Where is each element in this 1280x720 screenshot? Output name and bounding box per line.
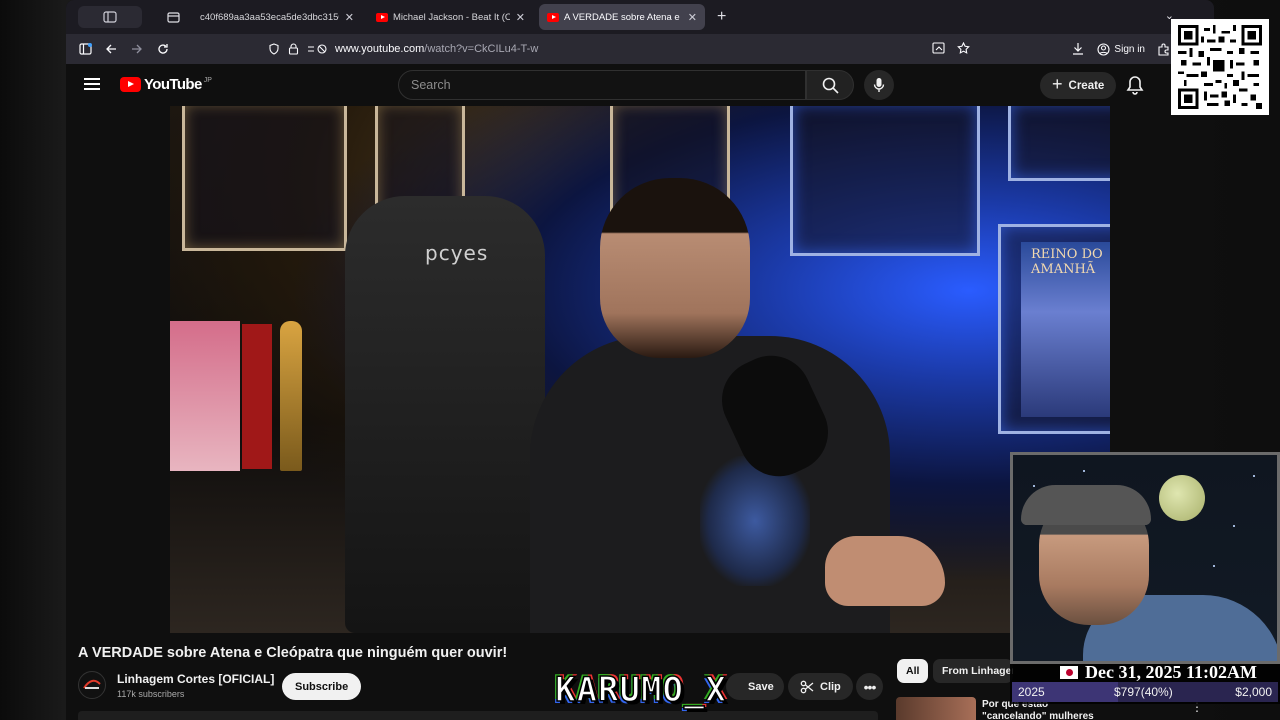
bookmark-star-icon[interactable] [957, 42, 970, 54]
qr-code [1171, 19, 1269, 115]
youtube-icon [547, 12, 559, 22]
japan-flag-icon [1060, 666, 1078, 679]
youtube-header: YouTube JP + Create [66, 64, 1214, 106]
poster [242, 324, 272, 469]
channel-name[interactable]: Linhagem Cortes [OFICIAL] [117, 672, 274, 686]
lock-icon [288, 43, 299, 55]
navigation-bar: www.youtube.com/watch?v=CkCILu4-T-w Sign… [66, 34, 1214, 64]
reload-icon [158, 44, 168, 54]
permissions-icon [308, 44, 327, 54]
subscribe-button[interactable]: Subscribe [282, 673, 362, 700]
tab-michael-jackson[interactable]: Michael Jackson - Beat It (Offic ✕ [368, 4, 533, 30]
tab-title: c40f689aa3aa53eca5de3dbc3150f [200, 11, 339, 23]
recommendation-thumbnail[interactable] [896, 697, 976, 720]
search-input[interactable] [398, 70, 806, 100]
shelf: REINO DO AMANHÃ [998, 224, 1110, 434]
hamburger-menu-icon[interactable] [84, 78, 100, 90]
url-host: www.youtube.com [335, 43, 425, 55]
url-path: /watch?v=CkCILu4-T-w [424, 43, 539, 55]
sidebar-toggle[interactable] [78, 6, 142, 28]
chip-all[interactable]: All [897, 659, 929, 683]
more-actions-button[interactable]: ••• [856, 673, 883, 700]
back-button[interactable] [98, 36, 124, 62]
poster [170, 321, 240, 471]
channel-logo-icon [83, 679, 101, 689]
voice-search-button[interactable] [864, 70, 894, 100]
streamer-cap [1021, 485, 1151, 525]
address-bar[interactable]: www.youtube.com/watch?v=CkCILu4-T-w [268, 38, 980, 60]
banner-logo: KARUMO_X [554, 669, 727, 711]
trophy [280, 321, 302, 471]
shelf [182, 106, 347, 251]
forward-arrow-icon [132, 44, 142, 54]
chip-from-channel[interactable]: From Linhagem [933, 659, 1013, 683]
tab-title: A VERDADE sobre Atena e Cleó [564, 11, 682, 23]
moon [1159, 475, 1205, 521]
shelf [1008, 106, 1110, 181]
url-actions [932, 42, 970, 54]
tab-a-verdade[interactable]: A VERDADE sobre Atena e Cleó ✕ [539, 4, 705, 30]
search-icon [822, 77, 839, 94]
subscriber-count: 117k subscribers [117, 689, 185, 699]
tab-strip: c40f689aa3aa53eca5de3dbc3150f ✕ Michael … [66, 0, 1214, 34]
scissors-icon [800, 680, 814, 693]
head [600, 178, 750, 358]
back-arrow-icon [106, 44, 116, 54]
goal-target: $2,000 [1235, 685, 1272, 699]
gaming-chair: pcyes [345, 196, 545, 633]
youtube-play-icon [120, 77, 141, 92]
create-label: Create [1068, 79, 1105, 92]
sign-in-button[interactable]: Sign in [1097, 42, 1145, 56]
donation-goal-bar: 2025 $797(40%) $2,000 [1012, 682, 1278, 702]
streamer-webcam [1010, 452, 1280, 664]
account-icon [1097, 42, 1110, 56]
stream-datetime: Dec 31, 2025 11:02AM [1085, 662, 1257, 682]
new-tab-button[interactable]: + [717, 8, 726, 26]
close-icon[interactable]: ✕ [516, 11, 525, 24]
comic-title: REINO DO AMANHÃ [1031, 247, 1103, 277]
channel-avatar[interactable] [78, 671, 106, 699]
sidebar-icon [103, 11, 117, 23]
notifications-bell-icon[interactable] [1124, 74, 1146, 96]
region-code: JP [203, 76, 212, 84]
video-title: A VERDADE sobre Atena e Cleópatra que ni… [78, 645, 508, 661]
picture-in-picture-icon[interactable] [932, 42, 945, 54]
video-player[interactable]: REINO DO AMANHÃ pcyes [170, 106, 1110, 633]
streamer-banner: KARUMO_X [508, 666, 774, 720]
clip-button[interactable]: Clip [788, 673, 853, 700]
create-button[interactable]: + Create [1040, 72, 1117, 99]
youtube-logo[interactable]: YouTube JP [120, 76, 212, 93]
extensions-icon[interactable] [1157, 43, 1170, 56]
qr-code-icon [1178, 25, 1262, 109]
clip-label: Clip [820, 680, 841, 693]
forward-button[interactable] [124, 36, 150, 62]
reload-button[interactable] [150, 36, 176, 62]
plus-icon: + [1052, 74, 1063, 94]
goal-progress-text: $797(40%) [1114, 685, 1173, 699]
microphone-icon [873, 78, 885, 92]
youtube-icon [376, 12, 388, 22]
close-icon[interactable]: ✕ [688, 11, 697, 24]
shield-icon [269, 43, 279, 55]
chair-brand: pcyes [425, 241, 489, 265]
toolbar-right: Sign in [1071, 34, 1170, 64]
search-button[interactable] [806, 70, 854, 100]
sign-in-label: Sign in [1114, 43, 1145, 55]
tab-groups-icon[interactable] [160, 4, 186, 30]
hand [825, 536, 945, 606]
close-icon[interactable]: ✕ [345, 11, 354, 24]
goal-year: 2025 [1018, 685, 1045, 699]
shirt-print [700, 456, 810, 586]
logo-text: YouTube [144, 76, 202, 93]
sidebar-icon[interactable] [72, 36, 98, 62]
tab-title: Michael Jackson - Beat It (Offic [393, 11, 510, 23]
tab-hash[interactable]: c40f689aa3aa53eca5de3dbc3150f ✕ [192, 4, 362, 30]
download-icon[interactable] [1071, 42, 1085, 56]
